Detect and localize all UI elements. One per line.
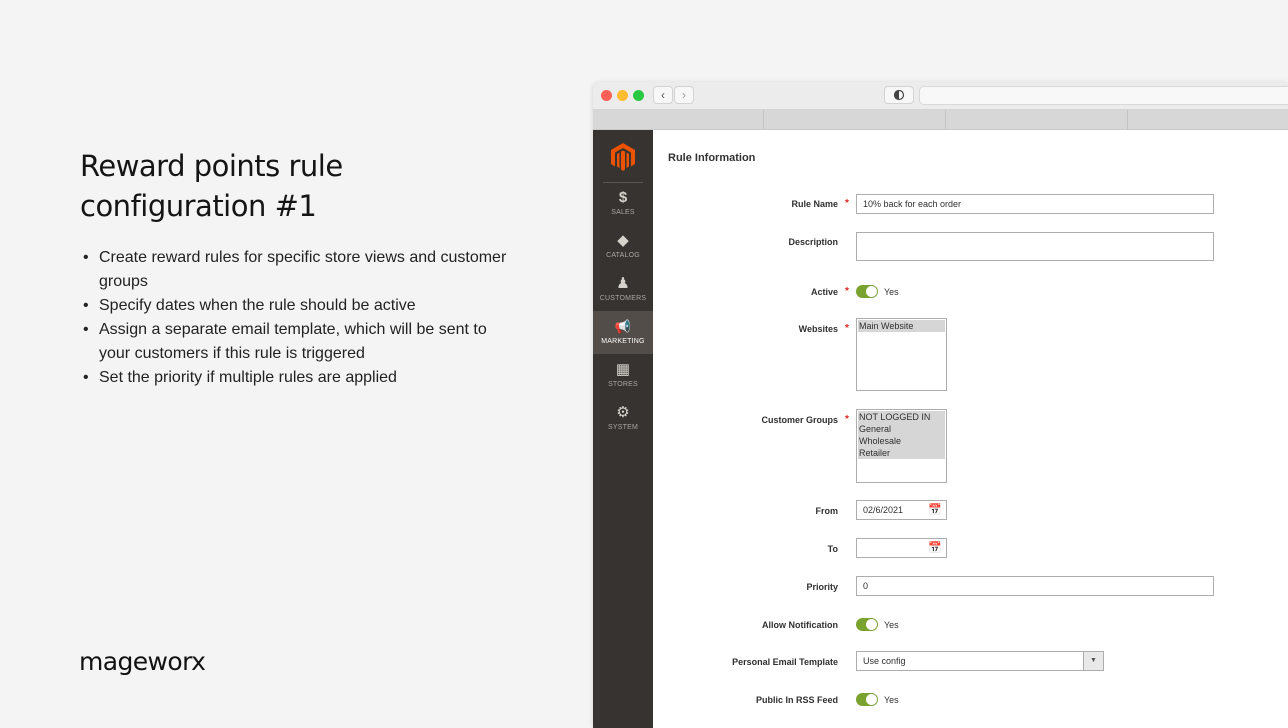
shield-icon xyxy=(893,89,905,101)
sidebar-divider xyxy=(603,182,643,183)
active-value: Yes xyxy=(884,287,899,297)
customer-group-option[interactable]: NOT LOGGED IN xyxy=(858,411,945,423)
close-window-button[interactable] xyxy=(601,90,612,101)
chevron-down-icon: ▼ xyxy=(1083,652,1103,670)
headline-line-1: Reward points rule xyxy=(80,149,343,183)
zoom-window-button[interactable] xyxy=(633,90,644,101)
allow-notification-label: Allow Notification xyxy=(762,620,838,630)
calendar-icon[interactable]: 📅 xyxy=(928,542,942,554)
sidebar-item-stores[interactable]: ▦ STORES xyxy=(593,360,653,403)
feature-item: Create reward rules for specific store v… xyxy=(80,246,520,294)
browser-window: ‹ › $ SALES ◆ CATALOG ♟ CUSTOMERS 📢 MARK… xyxy=(593,82,1288,728)
address-bar[interactable] xyxy=(919,86,1288,105)
sidebar-item-label: CUSTOMERS xyxy=(599,295,647,302)
section-title: Rule Information xyxy=(668,152,756,164)
page-headline: Reward points rule configuration #1 xyxy=(80,146,520,226)
toggle-knob xyxy=(866,694,877,705)
description-textarea[interactable] xyxy=(856,232,1214,261)
chevron-left-icon: ‹ xyxy=(661,88,665,102)
sidebar-item-label: SALES xyxy=(611,209,635,216)
customer-group-option[interactable]: Wholesale xyxy=(858,435,945,447)
admin-sidebar: $ SALES ◆ CATALOG ♟ CUSTOMERS 📢 MARKETIN… xyxy=(593,130,653,728)
email-template-label: Personal Email Template xyxy=(732,657,838,667)
forward-button[interactable]: › xyxy=(674,86,694,104)
rss-feed-toggle[interactable] xyxy=(856,693,878,706)
rule-name-label: Rule Name xyxy=(791,199,838,209)
back-button[interactable]: ‹ xyxy=(653,86,673,104)
priority-label: Priority xyxy=(806,582,838,592)
rule-form: Rule Information Rule Name * 10% back fo… xyxy=(653,130,1288,728)
headline-line-2: configuration #1 xyxy=(80,189,317,223)
sidebar-item-catalog[interactable]: ◆ CATALOG xyxy=(593,231,653,274)
person-icon: ♟ xyxy=(616,275,630,292)
toggle-knob xyxy=(866,286,877,297)
required-asterisk: * xyxy=(845,198,849,209)
rule-name-input[interactable]: 10% back for each order xyxy=(856,194,1214,214)
tab-divider xyxy=(763,110,764,130)
magento-logo-icon[interactable] xyxy=(609,142,637,172)
feature-item: Specify dates when the rule should be ac… xyxy=(80,294,520,318)
tab-divider xyxy=(945,110,946,130)
allow-notification-toggle[interactable] xyxy=(856,618,878,631)
tab-strip xyxy=(593,110,1288,130)
allow-notification-value: Yes xyxy=(884,620,899,630)
priority-input[interactable]: 0 xyxy=(856,576,1214,596)
rss-feed-label: Public In RSS Feed xyxy=(755,695,838,705)
websites-multiselect[interactable]: Main Website xyxy=(856,318,947,391)
toggle-knob xyxy=(866,619,877,630)
dollar-icon: $ xyxy=(618,189,628,206)
minimize-window-button[interactable] xyxy=(617,90,628,101)
gear-icon: ⚙ xyxy=(616,404,630,421)
websites-label: Websites xyxy=(798,324,838,334)
feature-list: Create reward rules for specific store v… xyxy=(80,246,520,390)
websites-option[interactable]: Main Website xyxy=(858,320,945,332)
email-template-value: Use config xyxy=(863,656,906,666)
feature-item: Assign a separate email template, which … xyxy=(80,318,520,366)
customer-group-option[interactable]: General xyxy=(858,423,945,435)
browser-titlebar: ‹ › xyxy=(593,82,1288,728)
active-label: Active xyxy=(810,287,838,297)
sidebar-item-label: MARKETING xyxy=(601,338,645,345)
sidebar-item-label: STORES xyxy=(608,381,638,388)
from-label: From xyxy=(815,506,839,516)
store-icon: ▦ xyxy=(615,361,631,378)
email-template-select[interactable]: Use config ▼ xyxy=(856,651,1104,671)
feature-item: Set the priority if multiple rules are a… xyxy=(80,366,520,390)
sidebar-item-label: CATALOG xyxy=(606,252,640,259)
sidebar-item-system[interactable]: ⚙ SYSTEM xyxy=(593,403,653,446)
megaphone-icon: 📢 xyxy=(614,319,632,334)
to-label: To xyxy=(827,544,838,554)
customer-groups-multiselect[interactable]: NOT LOGGED IN General Wholesale Retailer xyxy=(856,409,947,483)
privacy-shield-button[interactable] xyxy=(884,86,914,104)
active-toggle[interactable] xyxy=(856,285,878,298)
cube-icon: ◆ xyxy=(617,232,629,249)
description-label: Description xyxy=(788,237,838,247)
calendar-icon[interactable]: 📅 xyxy=(928,504,942,516)
sidebar-item-marketing[interactable]: 📢 MARKETING xyxy=(593,311,653,354)
rss-feed-value: Yes xyxy=(884,695,899,705)
sidebar-item-label: SYSTEM xyxy=(608,424,638,431)
tab-divider xyxy=(1127,110,1128,130)
required-asterisk: * xyxy=(845,323,849,334)
sidebar-item-sales[interactable]: $ SALES xyxy=(593,188,653,231)
customer-groups-label: Customer Groups xyxy=(761,415,838,425)
brand-logo: mageworx xyxy=(79,647,206,676)
customer-group-option[interactable]: Retailer xyxy=(858,447,945,459)
required-asterisk: * xyxy=(845,414,849,425)
required-asterisk: * xyxy=(845,286,849,297)
chevron-right-icon: › xyxy=(682,88,686,102)
